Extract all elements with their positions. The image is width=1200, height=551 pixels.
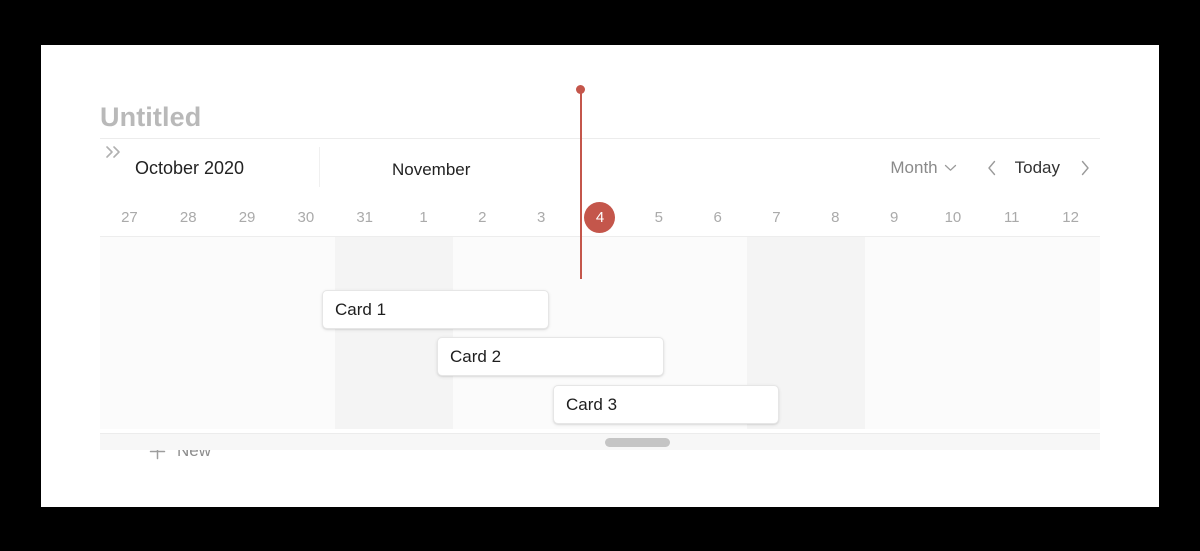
day-cell-29[interactable]: 29 [218, 197, 277, 237]
horizontal-scrollbar-track[interactable] [100, 433, 1100, 450]
double-chevron-right-icon[interactable] [100, 139, 126, 165]
next-period-button[interactable] [1070, 153, 1100, 183]
day-cell-5[interactable]: 5 [629, 197, 688, 237]
timeline-card[interactable]: Card 2 [437, 337, 664, 376]
chevron-down-icon [944, 164, 957, 172]
timeline-card[interactable]: Card 3 [553, 385, 779, 424]
view-mode-select[interactable]: Month [884, 154, 962, 182]
timeline-toolbar: October 2020 November Month Today [100, 139, 1100, 197]
day-cell-11[interactable]: 11 [982, 197, 1041, 237]
view-mode-label: Month [890, 158, 938, 177]
horizontal-scrollbar-thumb[interactable] [605, 438, 670, 447]
view-controls: Month Today [884, 139, 1100, 197]
month-separator [319, 147, 320, 187]
timeline-body: Card 1 Card 2 Card 3 [100, 237, 1100, 429]
prev-period-button[interactable] [977, 153, 1007, 183]
weekend-band [394, 237, 453, 429]
day-header-row: 27 28 29 30 31 1 2 3 4 5 6 7 8 9 10 11 12 [100, 197, 1100, 237]
day-cell-7[interactable]: 7 [747, 197, 806, 237]
page-title[interactable]: Untitled [100, 102, 201, 133]
day-cell-9[interactable]: 9 [865, 197, 924, 237]
today-marker-line [580, 89, 582, 279]
app-window: Untitled October 2020 November Month Tod… [41, 45, 1159, 507]
day-cell-31[interactable]: 31 [335, 197, 394, 237]
timeline-card-title: Card 3 [566, 394, 618, 414]
day-cell-6[interactable]: 6 [688, 197, 747, 237]
timeline-card-title: Card 2 [450, 346, 502, 366]
timeline-card-title: Card 1 [335, 299, 387, 319]
day-cell-27[interactable]: 27 [100, 197, 159, 237]
day-cell-28[interactable]: 28 [159, 197, 218, 237]
weekend-band [335, 237, 395, 429]
day-cell-10[interactable]: 10 [924, 197, 983, 237]
current-month-label[interactable]: October 2020 [135, 158, 244, 179]
day-cell-12[interactable]: 12 [1041, 197, 1100, 237]
day-cell-2[interactable]: 2 [453, 197, 512, 237]
day-cell-8[interactable]: 8 [806, 197, 865, 237]
today-day-badge[interactable]: 4 [584, 201, 616, 233]
timeline-card[interactable]: Card 1 [322, 290, 549, 329]
title-bar: Untitled [100, 92, 1100, 142]
weekend-band [805, 237, 865, 429]
day-cell-30[interactable]: 30 [276, 197, 335, 237]
today-button[interactable]: Today [1007, 154, 1068, 182]
next-month-label[interactable]: November [392, 160, 470, 180]
day-cell-1[interactable]: 1 [394, 197, 453, 237]
day-cell-3[interactable]: 3 [512, 197, 571, 237]
